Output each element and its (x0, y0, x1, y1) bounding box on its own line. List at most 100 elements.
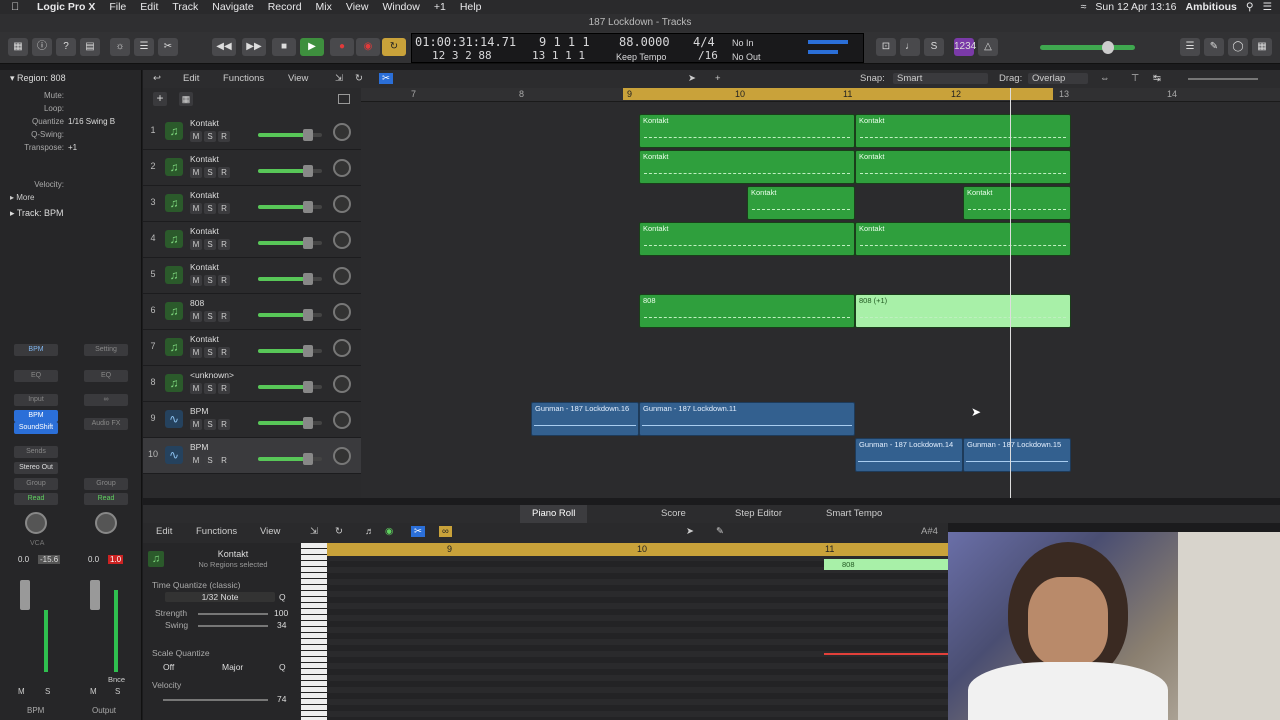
cycle-icon[interactable]: ↻ (382, 38, 406, 56)
track-pan-knob[interactable] (333, 411, 351, 429)
midi-region[interactable]: Kontakt (747, 186, 855, 220)
record-enable-button[interactable]: R (218, 131, 230, 142)
velocity-value[interactable]: 74 (277, 694, 286, 704)
tracks-functions-menu[interactable]: Functions (223, 73, 264, 84)
inspector-icon[interactable]: ⓘ (32, 38, 52, 56)
forward-icon[interactable]: ▶▶ (242, 38, 266, 56)
audio-region[interactable]: Gunman - 187 Lockdown.14 (855, 438, 963, 472)
fader-knob[interactable] (302, 237, 313, 249)
menu-view[interactable]: View (339, 1, 376, 13)
record-enable-button[interactable]: R (218, 311, 230, 322)
record-enable-button[interactable]: R (218, 275, 230, 286)
wifi-icon[interactable]: ≈ (1081, 1, 1087, 13)
pr-link-icon[interactable]: ✂ (411, 526, 425, 537)
solo-button[interactable]: S (204, 311, 216, 322)
track-row[interactable]: 7 ♫ Kontakt M S R (143, 330, 361, 366)
scissor-icon[interactable]: ✂ (379, 73, 393, 84)
pr-region-bar[interactable]: 808 (824, 559, 948, 570)
strip2-setting[interactable]: Setting (84, 344, 128, 356)
instrument-icon[interactable]: ♫ (165, 302, 183, 320)
mute-button[interactable]: M (190, 383, 202, 394)
track-row[interactable]: 4 ♫ Kontakt M S R (143, 222, 361, 258)
strip1-eq[interactable]: EQ (14, 370, 58, 382)
pr-edit-icon[interactable]: ◉ (385, 526, 393, 537)
strip2-mute[interactable]: M (90, 687, 97, 696)
record-enable-button[interactable]: R (218, 383, 230, 394)
record-icon[interactable]: ● (330, 38, 354, 56)
pr-pointer-icon[interactable]: ➤ (686, 526, 694, 537)
fader-knob[interactable] (302, 309, 313, 321)
record-enable-button[interactable]: R (218, 455, 230, 466)
bar-ruler[interactable]: 7 8 9 10 11 12 13 14 (361, 88, 1280, 102)
scale-q-button[interactable]: Q (279, 662, 286, 672)
notepad-icon[interactable]: ☰ (1180, 38, 1200, 56)
track-name[interactable]: 808 (190, 298, 204, 308)
instrument-icon[interactable]: ♫ (165, 230, 183, 248)
tracks-view-menu[interactable]: View (288, 73, 308, 84)
mute-button[interactable]: M (190, 275, 202, 286)
tq-dropdown[interactable]: 1/32 Note (165, 592, 275, 602)
instrument-icon[interactable]: ♫ (165, 266, 183, 284)
track-volume-fader[interactable] (258, 417, 322, 429)
track-row[interactable]: 3 ♫ Kontakt M S R (143, 186, 361, 222)
solo-icon[interactable]: S (924, 38, 944, 56)
loop-browser-icon[interactable]: ◯ (1228, 38, 1248, 56)
pr-catch-icon[interactable]: ↻ (335, 526, 343, 537)
mute-button[interactable]: M (190, 167, 202, 178)
track-volume-fader[interactable] (258, 273, 322, 285)
clock-text[interactable]: Sun 12 Apr 13:16 (1095, 1, 1176, 13)
strip1-fader[interactable] (20, 580, 30, 610)
record-enable-button[interactable]: R (218, 347, 230, 358)
solo-button[interactable]: S (204, 455, 216, 466)
mute-button[interactable]: M (190, 311, 202, 322)
fader-knob[interactable] (302, 129, 313, 141)
solo-button[interactable]: S (204, 203, 216, 214)
strip2-eq[interactable]: EQ (84, 370, 128, 382)
midi-region[interactable]: Kontakt (639, 114, 855, 148)
strip1-group[interactable]: Group (14, 478, 58, 490)
menu-file[interactable]: File (102, 1, 133, 13)
waveform-icon[interactable]: ∿ (165, 410, 183, 428)
track-volume-fader[interactable] (258, 381, 322, 393)
velocity-slider[interactable] (163, 699, 268, 701)
strip2-solo[interactable]: S (115, 687, 120, 696)
strip1-volume[interactable]: 0.0 (18, 555, 29, 564)
track-volume-fader[interactable] (258, 237, 322, 249)
back-icon[interactable]: ↩ (153, 73, 161, 84)
solo-button[interactable]: S (204, 131, 216, 142)
track-name[interactable]: Kontakt (190, 334, 219, 344)
midi-region[interactable]: Kontakt (639, 150, 855, 184)
menu-plus-one[interactable]: +1 (427, 1, 453, 13)
track-volume-fader[interactable] (258, 165, 322, 177)
arrange-area[interactable]: 7 8 9 10 11 12 13 14 Kontakt Kontakt Kontakt Konta… (361, 88, 1280, 498)
pr-functions-menu[interactable]: Functions (196, 526, 237, 537)
track-volume-fader[interactable] (258, 453, 322, 465)
search-icon[interactable]: ⚲ (1246, 1, 1254, 13)
fit-icon[interactable]: ⊤ (1131, 73, 1139, 84)
midi-region[interactable]: Kontakt (855, 150, 1071, 184)
track-volume-fader[interactable] (258, 345, 322, 357)
midi-region[interactable]: Kontakt (855, 222, 1071, 256)
piano-keyboard[interactable] (301, 543, 327, 720)
metronome-icon[interactable]: △ (978, 38, 998, 56)
global-tracks-icon[interactable] (338, 94, 350, 104)
apple-icon[interactable]:  (0, 1, 30, 13)
menu-edit[interactable]: Edit (133, 1, 165, 13)
strip1-automation[interactable]: Read (14, 493, 58, 505)
instrument-icon[interactable]: ♫ (165, 122, 183, 140)
menu-record[interactable]: Record (261, 1, 309, 13)
lcd-display[interactable]: 01:00:31:14.71 12 3 2 88 9 1 1 1 13 1 1 … (411, 33, 864, 63)
record-enable-button[interactable]: R (218, 419, 230, 430)
track-name[interactable]: Kontakt (190, 226, 219, 236)
piano-roll-grid[interactable]: 9 10 11 808 (327, 543, 948, 720)
more-disclosure[interactable]: ▸ More (10, 193, 34, 202)
strip1-vca[interactable]: VCA (30, 540, 44, 547)
fader-knob[interactable] (302, 201, 313, 213)
strip1-plugin[interactable]: BPM (14, 410, 58, 422)
strip1-pan-knob[interactable] (25, 512, 47, 534)
fader-knob[interactable] (302, 381, 313, 393)
mute-button[interactable]: M (190, 131, 202, 142)
track-row[interactable]: 2 ♫ Kontakt M S R (143, 150, 361, 186)
record-enable-button[interactable]: R (218, 239, 230, 250)
solo-button[interactable]: S (204, 275, 216, 286)
